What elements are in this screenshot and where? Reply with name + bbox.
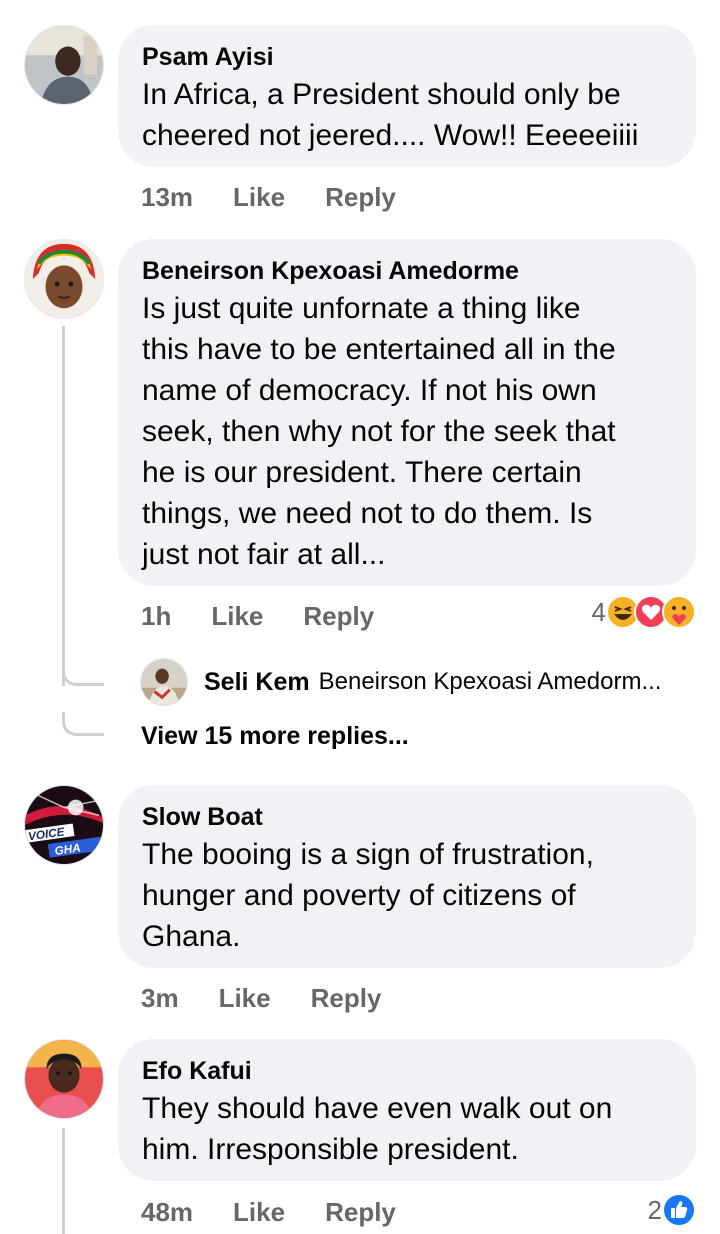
care-icon — [662, 595, 696, 629]
thread-line — [62, 326, 65, 686]
avatar-psam-ayisi[interactable] — [24, 25, 104, 105]
like-icon — [662, 1193, 696, 1227]
comment-bubble: Slow Boat The booing is a sign of frustr… — [118, 785, 696, 968]
comment-text: Is just quite unfornate a thing like thi… — [142, 292, 616, 571]
comment-text: They should have even walk out on him. I… — [142, 1092, 613, 1166]
comment-bubble: Beneirson Kpexoasi Amedorme Is just quit… — [118, 239, 696, 586]
avatar-beneirson[interactable] — [24, 239, 104, 319]
comment-timestamp[interactable]: 1h — [141, 601, 171, 632]
comment-actions: 13m Like Reply — [141, 179, 396, 215]
avatar-efo-kafui[interactable] — [24, 1039, 104, 1119]
comment-bubble: Efo Kafui They should have even walk out… — [118, 1039, 696, 1181]
comment-timestamp[interactable]: 3m — [141, 983, 179, 1014]
like-button[interactable]: Like — [233, 182, 285, 213]
avatar-seli-kem[interactable] — [140, 658, 188, 706]
comment-author[interactable]: Efo Kafui — [142, 1054, 672, 1088]
comment-timestamp[interactable]: 13m — [141, 182, 193, 213]
avatar-slow-boat[interactable]: VOICE GHA — [24, 785, 104, 865]
avatar-photo — [25, 240, 103, 318]
avatar-photo: VOICE GHA — [25, 786, 103, 864]
thread-branch — [62, 662, 104, 686]
comment-timestamp[interactable]: 48m — [141, 1197, 193, 1228]
reply-preview-text: Beneirson Kpexoasi Amedorm... — [318, 668, 662, 695]
avatar-photo — [25, 26, 103, 104]
comment-author[interactable]: Beneirson Kpexoasi Amedorme — [142, 254, 672, 288]
reaction-summary[interactable]: 2 — [648, 1192, 696, 1228]
comment-bubble: Psam Ayisi In Africa, a President should… — [118, 25, 696, 167]
view-more-replies-link[interactable]: View 15 more replies... — [141, 722, 409, 751]
reaction-count: 2 — [647, 1194, 662, 1225]
comment-author[interactable]: Slow Boat — [142, 800, 672, 834]
avatar-photo — [25, 1040, 103, 1118]
reply-preview-row[interactable]: Seli Kem Beneirson Kpexoasi Amedorm... — [140, 658, 661, 706]
comment-text: In Africa, a President should only be ch… — [142, 78, 639, 152]
reaction-summary[interactable]: 4 — [592, 594, 696, 630]
thread-branch — [62, 712, 104, 736]
comment-actions: 3m Like Reply — [141, 980, 381, 1016]
reply-author[interactable]: Seli Kem — [204, 668, 310, 697]
like-button[interactable]: Like — [233, 1197, 285, 1228]
thread-line — [62, 1128, 65, 1234]
avatar-photo — [141, 659, 187, 705]
like-button[interactable]: Like — [211, 601, 263, 632]
comment-author[interactable]: Psam Ayisi — [142, 40, 672, 74]
comment-text: The booing is a sign of frustration, hun… — [142, 838, 594, 953]
comment-actions: 48m Like Reply — [141, 1194, 396, 1230]
reply-button[interactable]: Reply — [325, 1197, 396, 1228]
like-button[interactable]: Like — [219, 983, 271, 1014]
reply-button[interactable]: Reply — [325, 182, 396, 213]
reaction-count: 4 — [591, 596, 606, 627]
reply-button[interactable]: Reply — [311, 983, 382, 1014]
reply-button[interactable]: Reply — [303, 601, 374, 632]
comment-actions: 1h Like Reply — [141, 598, 374, 634]
